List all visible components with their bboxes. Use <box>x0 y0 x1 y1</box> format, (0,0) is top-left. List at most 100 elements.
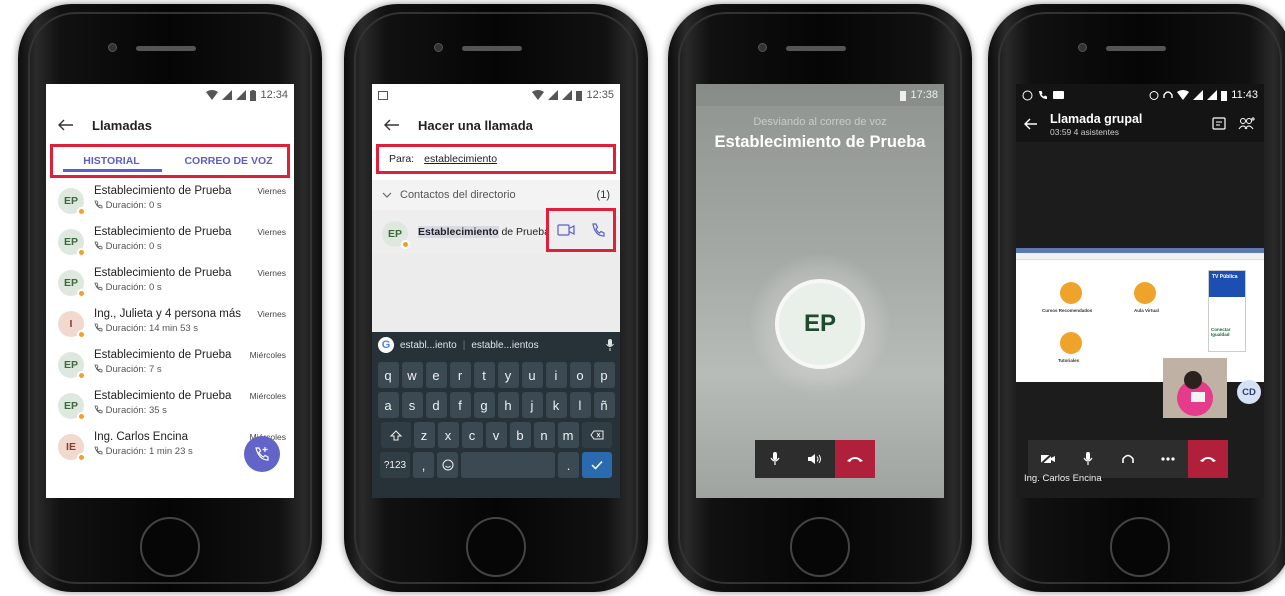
key-k[interactable]: k <box>545 392 567 418</box>
key-s[interactable]: s <box>401 392 423 418</box>
key-i[interactable]: i <box>545 362 567 388</box>
call-list: EP Establecimiento de Prueba Duración: 0… <box>46 180 294 467</box>
tutorials-icon <box>1060 332 1082 354</box>
back-arrow-icon[interactable] <box>58 119 74 131</box>
video-call-icon[interactable] <box>557 224 575 236</box>
home-button[interactable] <box>140 517 200 577</box>
emoji-key[interactable] <box>437 452 458 478</box>
mute-button[interactable] <box>755 440 795 478</box>
chevron-down-icon <box>382 192 392 198</box>
call-duration: Duración: 0 s <box>105 241 162 252</box>
signal-icon <box>236 90 247 100</box>
key-z[interactable]: z <box>413 422 435 448</box>
hang-up-button[interactable] <box>835 440 875 478</box>
key-l[interactable]: l <box>569 392 591 418</box>
home-button[interactable] <box>1110 517 1170 577</box>
presence-dot <box>77 248 86 257</box>
add-participants-icon[interactable] <box>1238 117 1256 131</box>
key-t[interactable]: t <box>473 362 495 388</box>
key-o[interactable]: o <box>569 362 591 388</box>
key-w[interactable]: w <box>401 362 423 388</box>
key-y[interactable]: y <box>497 362 519 388</box>
battery-icon <box>576 90 583 101</box>
recipient-field[interactable]: Para: establecimiento <box>376 144 616 174</box>
home-button[interactable] <box>790 517 850 577</box>
shift-key[interactable] <box>380 422 411 448</box>
suggestion[interactable]: estable...ientos <box>471 340 538 351</box>
avatar: EP <box>58 270 86 298</box>
presence-dot <box>77 453 86 462</box>
video-notification-icon <box>1053 91 1064 99</box>
directory-section-header[interactable]: Contactos del directorio (1) <box>372 180 620 210</box>
key-h[interactable]: h <box>497 392 519 418</box>
contact-row[interactable]: EP Establecimiento de Prueba <box>372 208 620 254</box>
audio-output-button[interactable] <box>1108 440 1148 478</box>
home-button[interactable] <box>466 517 526 577</box>
phone-icon <box>94 200 103 209</box>
numbers-key[interactable]: ?123 <box>380 452 410 478</box>
key-j[interactable]: j <box>521 392 543 418</box>
call-duration: Duración: 0 s <box>105 200 162 211</box>
phone-icon[interactable] <box>591 223 605 237</box>
speaker-name: Ing. Carlos Encina <box>1024 473 1102 484</box>
list-item[interactable]: EP Establecimiento de Prueba Duración: 0… <box>46 221 294 262</box>
call-header: Llamada grupal 03:59 4 asistentes <box>1016 106 1264 142</box>
key-g[interactable]: g <box>473 392 495 418</box>
speaker-button[interactable] <box>795 440 835 478</box>
tab-correo-de-voz[interactable]: CORREO DE VOZ <box>170 147 287 175</box>
hang-up-button[interactable] <box>1188 440 1228 478</box>
key-m[interactable]: m <box>557 422 579 448</box>
battery-icon <box>900 90 907 101</box>
directory-label: Contactos del directorio <box>400 189 516 201</box>
key-v[interactable]: v <box>485 422 507 448</box>
key-ene[interactable]: ñ <box>593 392 615 418</box>
key-x[interactable]: x <box>437 422 459 448</box>
back-arrow-icon[interactable] <box>384 119 400 131</box>
list-item[interactable]: EP Establecimiento de Prueba Duración: 0… <box>46 262 294 303</box>
key-b[interactable]: b <box>509 422 531 448</box>
participant-avatar: CD <box>1237 380 1261 404</box>
key-n[interactable]: n <box>533 422 555 448</box>
key-e[interactable]: e <box>425 362 447 388</box>
call-actions <box>546 208 616 252</box>
key-r[interactable]: r <box>449 362 471 388</box>
key-u[interactable]: u <box>521 362 543 388</box>
period-key[interactable]: . <box>558 452 579 478</box>
key-p[interactable]: p <box>593 362 615 388</box>
tab-historial[interactable]: HISTORIAL <box>53 147 170 175</box>
enter-key[interactable] <box>582 452 612 478</box>
key-a[interactable]: a <box>377 392 399 418</box>
status-bar: 17:38 <box>696 84 944 106</box>
more-options-button[interactable] <box>1148 440 1188 478</box>
comma-key[interactable]: , <box>413 452 434 478</box>
key-f[interactable]: f <box>449 392 471 418</box>
back-arrow-icon[interactable] <box>1024 118 1038 130</box>
key-d[interactable]: d <box>425 392 447 418</box>
backspace-key[interactable] <box>581 422 612 448</box>
wifi-icon <box>532 90 545 100</box>
new-call-button[interactable] <box>244 436 280 472</box>
front-camera <box>108 43 117 52</box>
keyboard-row-2: a s d f g h j k l ñ <box>372 392 620 418</box>
call-day: Viernes <box>257 268 286 278</box>
suggestion[interactable]: establ...iento <box>400 340 457 351</box>
add-call-icon <box>254 446 270 462</box>
wifi-icon <box>1177 90 1190 100</box>
space-key[interactable] <box>461 452 555 478</box>
recipient-input[interactable]: establecimiento <box>424 153 497 165</box>
list-item[interactable]: EP Establecimiento de Prueba Duración: 3… <box>46 385 294 426</box>
whatsapp-icon <box>1022 90 1033 101</box>
status-time: 11:43 <box>1231 89 1258 101</box>
avatar: EP <box>58 229 86 257</box>
phone-icon <box>1038 90 1048 100</box>
list-item[interactable]: I Ing., Julieta y 4 persona más Duración… <box>46 303 294 344</box>
key-c[interactable]: c <box>461 422 483 448</box>
chat-icon[interactable] <box>1212 117 1226 131</box>
participant-video <box>1163 358 1227 418</box>
list-item[interactable]: EP Establecimiento de Prueba Duración: 7… <box>46 344 294 385</box>
virtual-classroom-icon <box>1134 282 1156 304</box>
microphone-icon[interactable] <box>606 339 614 351</box>
list-item[interactable]: EP Establecimiento de Prueba Duración: 0… <box>46 180 294 221</box>
screen-calls-history: 12:34 Llamadas HISTORIAL CORREO DE VOZ E… <box>46 84 294 498</box>
key-q[interactable]: q <box>377 362 399 388</box>
